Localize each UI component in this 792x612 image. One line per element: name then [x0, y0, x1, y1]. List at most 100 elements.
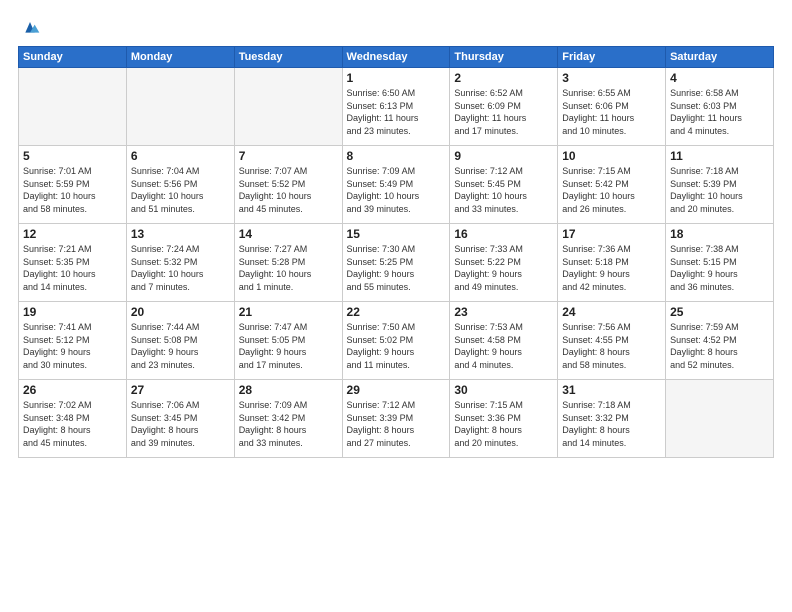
day-info: Sunrise: 7:33 AM Sunset: 5:22 PM Dayligh… [454, 243, 553, 293]
calendar-cell: 4 Sunrise: 6:58 AM Sunset: 6:03 PM Daylig… [666, 68, 774, 146]
day-number: 23 [454, 305, 553, 319]
calendar-cell [666, 380, 774, 458]
calendar-cell: 27 Sunrise: 7:06 AM Sunset: 3:45 PM Dayli… [126, 380, 234, 458]
day-info: Sunrise: 7:15 AM Sunset: 3:36 PM Dayligh… [454, 399, 553, 449]
calendar-cell: 23 Sunrise: 7:53 AM Sunset: 4:58 PM Dayli… [450, 302, 558, 380]
day-number: 27 [131, 383, 230, 397]
day-number: 4 [670, 71, 769, 85]
day-info: Sunrise: 7:06 AM Sunset: 3:45 PM Dayligh… [131, 399, 230, 449]
weekday-header-sunday: Sunday [19, 47, 127, 68]
weekday-header-friday: Friday [558, 47, 666, 68]
calendar-cell: 20 Sunrise: 7:44 AM Sunset: 5:08 PM Dayli… [126, 302, 234, 380]
day-number: 29 [347, 383, 446, 397]
day-number: 12 [23, 227, 122, 241]
day-number: 6 [131, 149, 230, 163]
day-info: Sunrise: 6:55 AM Sunset: 6:06 PM Dayligh… [562, 87, 661, 137]
day-info: Sunrise: 7:38 AM Sunset: 5:15 PM Dayligh… [670, 243, 769, 293]
calendar-cell: 9 Sunrise: 7:12 AM Sunset: 5:45 PM Daylig… [450, 146, 558, 224]
day-number: 31 [562, 383, 661, 397]
calendar-cell: 30 Sunrise: 7:15 AM Sunset: 3:36 PM Dayli… [450, 380, 558, 458]
day-number: 10 [562, 149, 661, 163]
day-info: Sunrise: 7:59 AM Sunset: 4:52 PM Dayligh… [670, 321, 769, 371]
calendar-cell: 18 Sunrise: 7:38 AM Sunset: 5:15 PM Dayli… [666, 224, 774, 302]
calendar-cell: 28 Sunrise: 7:09 AM Sunset: 3:42 PM Dayli… [234, 380, 342, 458]
calendar-cell: 21Sunrise: 7:47 AM Sunset: 5:05 PM Dayli… [234, 302, 342, 380]
day-info: Sunrise: 7:50 AM Sunset: 5:02 PM Dayligh… [347, 321, 446, 371]
day-number: 18 [670, 227, 769, 241]
week-row-0: 1 Sunrise: 6:50 AM Sunset: 6:13 PM Daylig… [19, 68, 774, 146]
header [18, 18, 774, 38]
day-number: 9 [454, 149, 553, 163]
day-info: Sunrise: 7:01 AM Sunset: 5:59 PM Dayligh… [23, 165, 122, 215]
day-number: 22 [347, 305, 446, 319]
weekday-header-saturday: Saturday [666, 47, 774, 68]
day-number: 28 [239, 383, 338, 397]
calendar-cell: 1 Sunrise: 6:50 AM Sunset: 6:13 PM Daylig… [342, 68, 450, 146]
day-info: Sunrise: 7:09 AM Sunset: 5:49 PM Dayligh… [347, 165, 446, 215]
day-number: 11 [670, 149, 769, 163]
day-info: Sunrise: 6:50 AM Sunset: 6:13 PM Dayligh… [347, 87, 446, 137]
day-info: Sunrise: 7:04 AM Sunset: 5:56 PM Dayligh… [131, 165, 230, 215]
day-number: 16 [454, 227, 553, 241]
calendar-cell: 3 Sunrise: 6:55 AM Sunset: 6:06 PM Daylig… [558, 68, 666, 146]
calendar-cell: 11 Sunrise: 7:18 AM Sunset: 5:39 PM Dayli… [666, 146, 774, 224]
day-number: 3 [562, 71, 661, 85]
calendar-cell: 19Sunrise: 7:41 AM Sunset: 5:12 PM Dayli… [19, 302, 127, 380]
logo [18, 18, 40, 38]
calendar-cell: 12 Sunrise: 7:21 AM Sunset: 5:35 PM Dayli… [19, 224, 127, 302]
calendar-cell: 7Sunrise: 7:07 AM Sunset: 5:52 PM Daylig… [234, 146, 342, 224]
calendar-cell: 6 Sunrise: 7:04 AM Sunset: 5:56 PM Daylig… [126, 146, 234, 224]
calendar-cell: 15Sunrise: 7:30 AM Sunset: 5:25 PM Dayli… [342, 224, 450, 302]
day-info: Sunrise: 7:30 AM Sunset: 5:25 PM Dayligh… [347, 243, 446, 293]
day-number: 30 [454, 383, 553, 397]
day-number: 20 [131, 305, 230, 319]
weekday-header-tuesday: Tuesday [234, 47, 342, 68]
day-number: 24 [562, 305, 661, 319]
day-number: 7 [239, 149, 338, 163]
week-row-2: 12 Sunrise: 7:21 AM Sunset: 5:35 PM Dayli… [19, 224, 774, 302]
calendar-cell: 2 Sunrise: 6:52 AM Sunset: 6:09 PM Daylig… [450, 68, 558, 146]
day-number: 1 [347, 71, 446, 85]
day-info: Sunrise: 7:18 AM Sunset: 5:39 PM Dayligh… [670, 165, 769, 215]
day-info: Sunrise: 7:56 AM Sunset: 4:55 PM Dayligh… [562, 321, 661, 371]
calendar-cell [126, 68, 234, 146]
calendar-cell: 17Sunrise: 7:36 AM Sunset: 5:18 PM Dayli… [558, 224, 666, 302]
day-info: Sunrise: 7:24 AM Sunset: 5:32 PM Dayligh… [131, 243, 230, 293]
day-number: 8 [347, 149, 446, 163]
day-number: 13 [131, 227, 230, 241]
calendar-cell: 25 Sunrise: 7:59 AM Sunset: 4:52 PM Dayli… [666, 302, 774, 380]
calendar-cell: 10 Sunrise: 7:15 AM Sunset: 5:42 PM Dayli… [558, 146, 666, 224]
day-info: Sunrise: 7:15 AM Sunset: 5:42 PM Dayligh… [562, 165, 661, 215]
calendar-cell: 13 Sunrise: 7:24 AM Sunset: 5:32 PM Dayli… [126, 224, 234, 302]
day-info: Sunrise: 6:52 AM Sunset: 6:09 PM Dayligh… [454, 87, 553, 137]
calendar-cell: 8 Sunrise: 7:09 AM Sunset: 5:49 PM Daylig… [342, 146, 450, 224]
day-number: 5 [23, 149, 122, 163]
day-info: Sunrise: 7:02 AM Sunset: 3:48 PM Dayligh… [23, 399, 122, 449]
weekday-header-wednesday: Wednesday [342, 47, 450, 68]
day-info: Sunrise: 7:12 AM Sunset: 5:45 PM Dayligh… [454, 165, 553, 215]
day-info: Sunrise: 7:21 AM Sunset: 5:35 PM Dayligh… [23, 243, 122, 293]
calendar-cell: 22 Sunrise: 7:50 AM Sunset: 5:02 PM Dayli… [342, 302, 450, 380]
calendar-cell: 16 Sunrise: 7:33 AM Sunset: 5:22 PM Dayli… [450, 224, 558, 302]
day-info: Sunrise: 7:53 AM Sunset: 4:58 PM Dayligh… [454, 321, 553, 371]
day-number: 14 [239, 227, 338, 241]
weekday-header-row: SundayMondayTuesdayWednesdayThursdayFrid… [19, 47, 774, 68]
calendar-cell: 31Sunrise: 7:18 AM Sunset: 3:32 PM Dayli… [558, 380, 666, 458]
day-number: 26 [23, 383, 122, 397]
day-info: Sunrise: 7:44 AM Sunset: 5:08 PM Dayligh… [131, 321, 230, 371]
calendar-cell: 5 Sunrise: 7:01 AM Sunset: 5:59 PM Daylig… [19, 146, 127, 224]
day-info: Sunrise: 7:09 AM Sunset: 3:42 PM Dayligh… [239, 399, 338, 449]
week-row-4: 26 Sunrise: 7:02 AM Sunset: 3:48 PM Dayli… [19, 380, 774, 458]
day-number: 19 [23, 305, 122, 319]
day-info: Sunrise: 6:58 AM Sunset: 6:03 PM Dayligh… [670, 87, 769, 137]
day-number: 25 [670, 305, 769, 319]
day-info: Sunrise: 7:27 AM Sunset: 5:28 PM Dayligh… [239, 243, 338, 293]
day-number: 2 [454, 71, 553, 85]
page: SundayMondayTuesdayWednesdayThursdayFrid… [0, 0, 792, 612]
day-number: 17 [562, 227, 661, 241]
calendar-table: SundayMondayTuesdayWednesdayThursdayFrid… [18, 46, 774, 458]
weekday-header-monday: Monday [126, 47, 234, 68]
calendar-cell [19, 68, 127, 146]
calendar-cell: 24 Sunrise: 7:56 AM Sunset: 4:55 PM Dayli… [558, 302, 666, 380]
calendar-cell [234, 68, 342, 146]
